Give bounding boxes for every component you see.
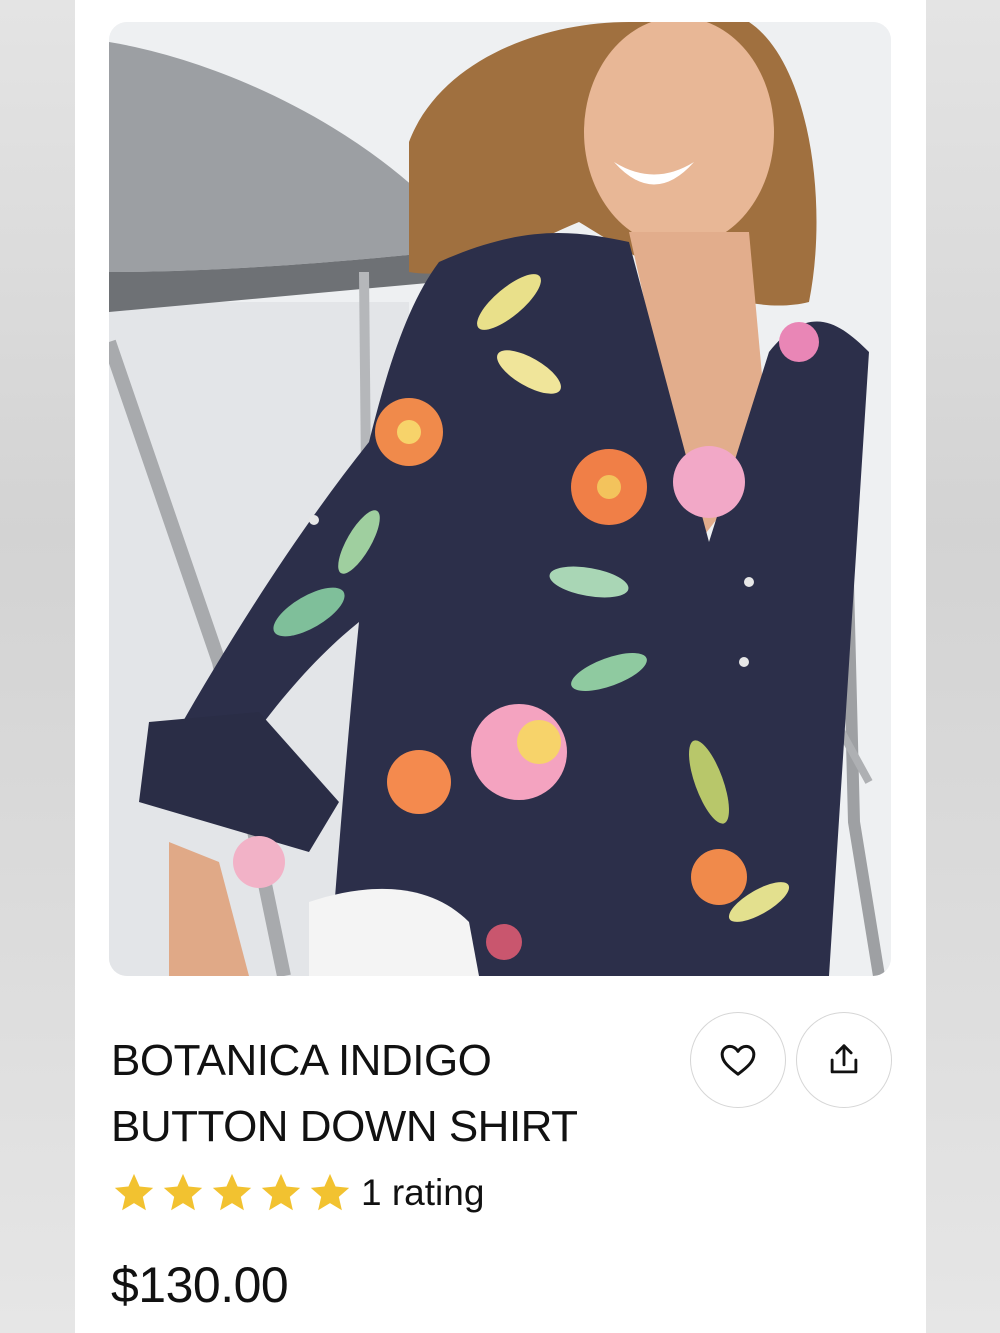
star-icon (261, 1173, 301, 1211)
share-button[interactable] (796, 1012, 892, 1108)
heart-icon (720, 1044, 756, 1076)
product-title-line1: BOTANICA INDIGO (111, 1036, 492, 1085)
backdrop-right (926, 0, 1000, 1333)
rating-row[interactable]: 1 rating (111, 1170, 484, 1216)
star-icon (163, 1173, 203, 1211)
star-icon (114, 1173, 154, 1211)
rating-stars (111, 1170, 353, 1216)
rating-count[interactable]: 1 rating (361, 1170, 484, 1216)
product-image[interactable] (109, 22, 891, 976)
backdrop-left (0, 0, 75, 1333)
product-card: BOTANICA INDIGO BUTTON DOWN SHIRT 1 rati… (75, 0, 926, 1333)
share-icon (830, 1044, 858, 1074)
product-title: BOTANICA INDIGO BUTTON DOWN SHIRT (111, 1028, 671, 1160)
star-icon (310, 1173, 350, 1211)
product-price: $130.00 (111, 1257, 289, 1313)
product-title-line2: BUTTON DOWN SHIRT (111, 1102, 578, 1151)
star-icon (212, 1173, 252, 1211)
wishlist-button[interactable] (690, 1012, 786, 1108)
